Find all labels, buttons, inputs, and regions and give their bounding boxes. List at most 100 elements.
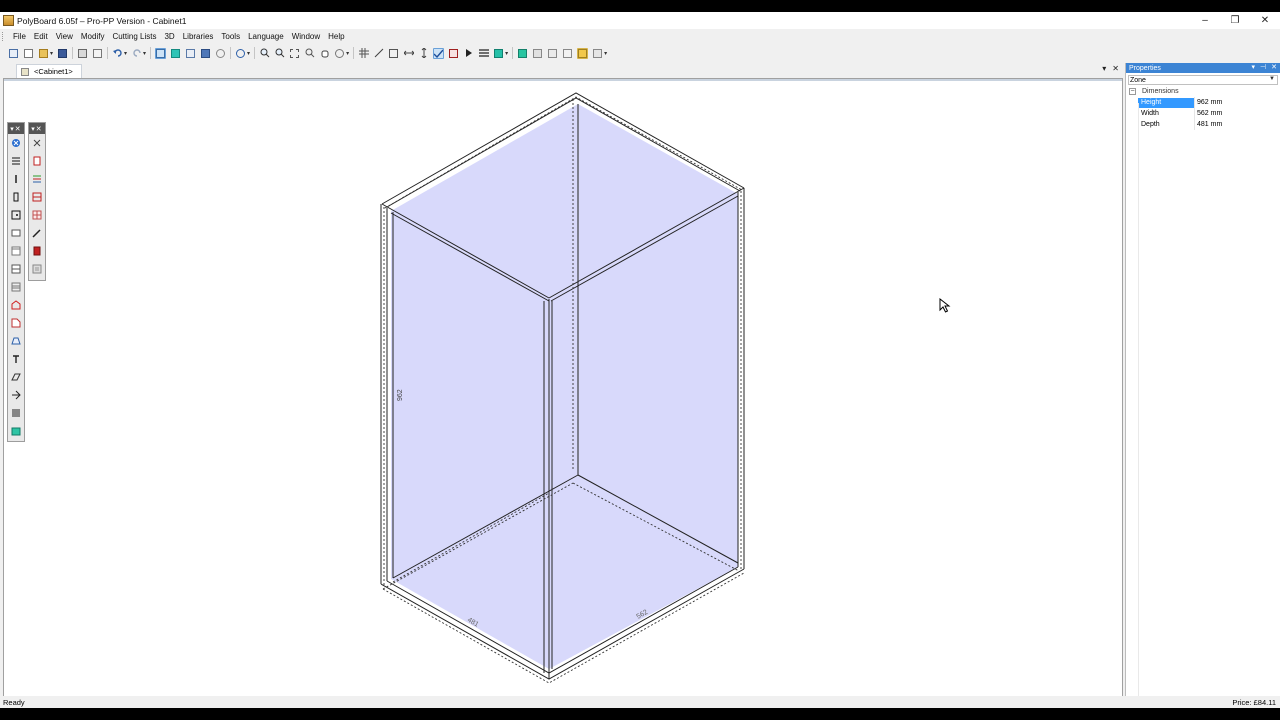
zoom-extents-icon[interactable]: [289, 48, 300, 59]
door-icon[interactable]: [448, 48, 459, 59]
save-icon[interactable]: [57, 48, 68, 59]
horizontal-divider-icon[interactable]: [8, 152, 24, 170]
shelves-icon[interactable]: [478, 48, 489, 59]
menu-view[interactable]: View: [52, 32, 77, 41]
orbit-dropdown-icon[interactable]: ▾: [346, 50, 349, 57]
drawer-box-icon[interactable]: [29, 206, 45, 224]
red-panel-icon[interactable]: [29, 152, 45, 170]
panel-pin-icon[interactable]: ⊣: [1260, 63, 1266, 71]
multi-cabinet-icon[interactable]: [185, 48, 196, 59]
vertical-dimension-icon[interactable]: [418, 48, 429, 59]
rotate-view-icon[interactable]: [215, 48, 226, 59]
menu-tools[interactable]: Tools: [217, 32, 244, 41]
dimensions-category[interactable]: − Dimensions: [1126, 86, 1280, 97]
panel-tool-icon[interactable]: [8, 188, 24, 206]
box-3d-icon[interactable]: [8, 422, 24, 440]
color-bars-icon[interactable]: [29, 170, 45, 188]
menu-modify[interactable]: Modify: [77, 32, 109, 41]
pan-hand-icon[interactable]: [319, 48, 330, 59]
tab-close-icon[interactable]: ✕: [1112, 64, 1119, 73]
property-value[interactable]: 562 mm: [1194, 108, 1222, 119]
collapse-icon[interactable]: −: [1129, 88, 1136, 95]
explode-icon[interactable]: [8, 386, 24, 404]
tab-list-dropdown-icon[interactable]: ▾: [1102, 64, 1106, 73]
open-dropdown-icon[interactable]: ▾: [50, 50, 53, 57]
section-icon[interactable]: [388, 48, 399, 59]
toolbar-options-icon[interactable]: ▾✕: [29, 123, 45, 134]
menu-window[interactable]: Window: [288, 32, 324, 41]
auto-dimension-icon[interactable]: [433, 47, 445, 59]
board-texture-icon[interactable]: [29, 260, 45, 278]
print-preview-icon[interactable]: [92, 48, 103, 59]
zone-tool-icon[interactable]: [8, 134, 24, 152]
cabinet-3d-drawing[interactable]: 962 481 562: [4, 79, 1122, 703]
render-dropdown-icon[interactable]: ▾: [505, 50, 508, 57]
polyboard-app-icon[interactable]: [3, 15, 14, 26]
pediment-icon[interactable]: [8, 296, 24, 314]
library-cabinet-icon[interactable]: [200, 48, 211, 59]
grid-icon[interactable]: [358, 48, 369, 59]
property-row-height[interactable]: Height 962 mm: [1126, 97, 1280, 108]
view-panels-icon[interactable]: [577, 47, 589, 59]
menu-cutting-lists[interactable]: Cutting Lists: [108, 32, 160, 41]
zoom-in-icon[interactable]: [259, 48, 270, 59]
red-frame-icon[interactable]: [29, 188, 45, 206]
info-icon[interactable]: [235, 48, 246, 59]
close-button[interactable]: ✕: [1250, 12, 1280, 29]
menu-edit[interactable]: Edit: [30, 32, 52, 41]
zoom-window-icon[interactable]: [304, 48, 315, 59]
new-cabinet-icon[interactable]: [8, 48, 19, 59]
redo-dropdown-icon[interactable]: ▾: [143, 50, 146, 57]
property-value[interactable]: 481 mm: [1194, 119, 1222, 130]
orbit-icon[interactable]: [334, 48, 345, 59]
panel-menu-icon[interactable]: ▾: [1252, 63, 1256, 71]
vertical-divider-icon[interactable]: [8, 170, 24, 188]
fixed-shelf-icon[interactable]: [8, 278, 24, 296]
undo-icon[interactable]: [112, 48, 123, 59]
cabinet-view-icon[interactable]: [170, 48, 181, 59]
view-dropdown-icon[interactable]: ▾: [604, 50, 607, 57]
restore-button[interactable]: ❐: [1220, 12, 1250, 29]
menu-file[interactable]: File: [9, 32, 30, 41]
zoom-out-icon[interactable]: [274, 48, 285, 59]
menu-libraries[interactable]: Libraries: [179, 32, 218, 41]
horizontal-dimension-icon[interactable]: [403, 48, 414, 59]
property-row-depth[interactable]: Depth 481 mm: [1126, 119, 1280, 130]
shelf-tool-icon[interactable]: [8, 260, 24, 278]
toolbar-options-icon[interactable]: ▾✕: [8, 123, 24, 134]
tab-cabinet1[interactable]: <Cabinet1>: [16, 64, 82, 78]
view-top-icon[interactable]: [562, 48, 573, 59]
chevron-down-icon[interactable]: ▼: [1269, 76, 1275, 82]
print-icon[interactable]: [77, 48, 88, 59]
view-wireframe-icon[interactable]: [592, 48, 603, 59]
pencil-icon[interactable]: [29, 224, 45, 242]
view-side-icon[interactable]: [547, 48, 558, 59]
open-folder-icon[interactable]: [38, 48, 49, 59]
menu-3d[interactable]: 3D: [160, 32, 178, 41]
drawing-viewport[interactable]: 962 481 562 ▾✕ ▾✕: [3, 78, 1123, 704]
red-door-icon[interactable]: [29, 242, 45, 260]
back-panel-icon[interactable]: [8, 242, 24, 260]
info-dropdown-icon[interactable]: ▾: [247, 50, 250, 57]
view-3d-icon[interactable]: [517, 48, 528, 59]
stack-icon[interactable]: [8, 404, 24, 422]
select-mode-icon[interactable]: [155, 47, 167, 59]
arrow-right-icon[interactable]: [463, 48, 474, 59]
minimize-button[interactable]: –: [1190, 12, 1220, 29]
property-value[interactable]: 962 mm: [1194, 97, 1222, 108]
hardware-icon[interactable]: [8, 350, 24, 368]
menu-help[interactable]: Help: [324, 32, 348, 41]
redo-icon[interactable]: [131, 48, 142, 59]
new-file-icon[interactable]: [23, 48, 34, 59]
slant-panel-icon[interactable]: [8, 368, 24, 386]
undo-dropdown-icon[interactable]: ▾: [124, 50, 127, 57]
render-icon[interactable]: [493, 48, 504, 59]
menu-language[interactable]: Language: [244, 32, 288, 41]
door-tool-icon[interactable]: [8, 206, 24, 224]
panel-close-icon[interactable]: ✕: [1271, 63, 1277, 71]
view-front-icon[interactable]: [532, 48, 543, 59]
property-row-width[interactable]: Width 562 mm: [1126, 108, 1280, 119]
object-type-select[interactable]: Zone ▼: [1128, 75, 1278, 85]
measure-icon[interactable]: [373, 48, 384, 59]
corner-cut-icon[interactable]: [8, 314, 24, 332]
